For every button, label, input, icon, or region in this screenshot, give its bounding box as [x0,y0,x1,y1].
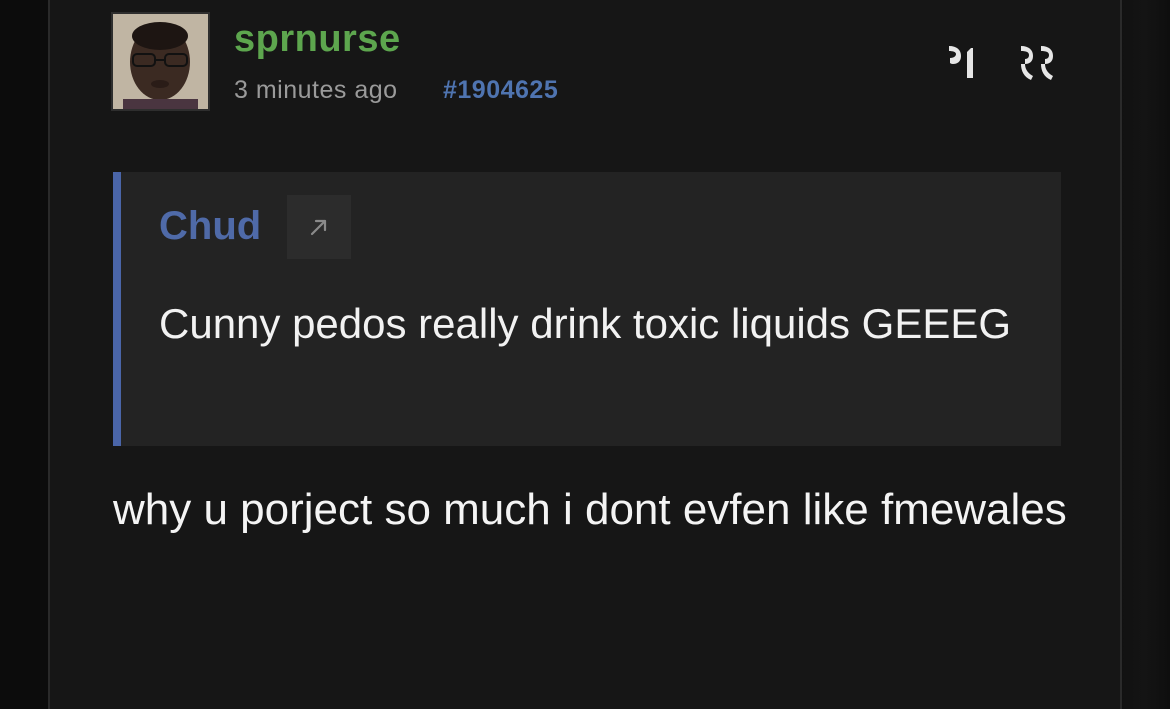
avatar-image [113,14,208,109]
quote-jump-button[interactable] [287,195,351,259]
arrow-up-right-icon [310,219,327,236]
post-body: why u porject so much i dont evfen like … [113,485,1067,534]
username[interactable]: sprnurse [234,18,401,61]
quote-button[interactable] [943,40,991,84]
post-id-link[interactable]: #1904625 [443,76,558,105]
timestamp: 3 minutes ago [234,76,398,104]
background-left [0,0,48,709]
quoted-post: Chud Cunny pedos really drink toxic liqu… [113,172,1061,446]
quote-close-icon [1021,46,1053,80]
quote-text: Cunny pedos really drink toxic liquids G… [159,300,1012,347]
quote-author[interactable]: Chud [159,204,261,249]
page: sprnurse 3 minutes ago #1904625 Chud Cun… [0,0,1170,709]
background-right [1120,0,1170,709]
quote-open-icon [949,46,973,78]
reply-quote-button[interactable] [1015,40,1063,84]
post-actions [943,40,1063,84]
avatar[interactable] [111,12,210,111]
post-card: sprnurse 3 minutes ago #1904625 Chud Cun… [48,0,1122,709]
